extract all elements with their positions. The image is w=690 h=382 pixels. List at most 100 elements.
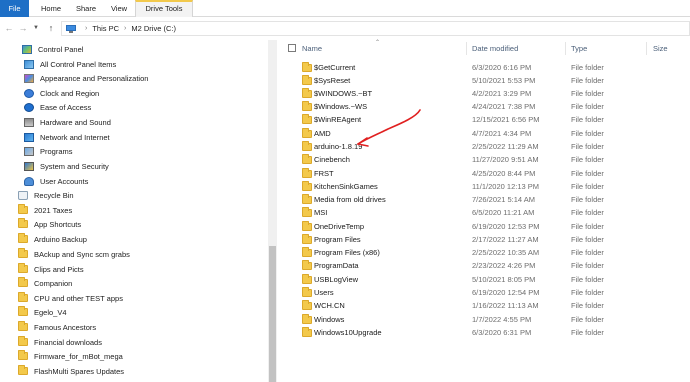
folder-icon bbox=[302, 181, 312, 191]
nav-item-folder[interactable]: 2021 Taxes bbox=[18, 203, 72, 217]
nav-item-label: 2021 Taxes bbox=[34, 205, 73, 215]
nav-item-hardware-sound[interactable]: Hardware and Sound bbox=[24, 115, 111, 129]
nav-item-appearance[interactable]: Appearance and Personalization bbox=[24, 71, 148, 85]
file-name: MSI bbox=[314, 208, 328, 217]
file-name: WCH.CN bbox=[314, 301, 345, 310]
breadcrumb-drive[interactable]: M2 Drive (C:) bbox=[131, 24, 176, 33]
column-header-date-modified[interactable]: Date modified bbox=[472, 44, 518, 53]
hardware-icon bbox=[24, 117, 34, 127]
nav-item-folder[interactable]: Clips and Picts bbox=[18, 262, 84, 276]
recycle-bin-icon bbox=[18, 190, 28, 200]
nav-item-all-control-panel-items[interactable]: All Control Panel Items bbox=[24, 57, 116, 71]
file-name: Users bbox=[314, 288, 334, 297]
file-row[interactable]: $Windows.~WS 4/24/2021 7:38 PM File folder bbox=[278, 100, 690, 113]
file-row[interactable]: WCH.CN 1/16/2022 11:13 AM File folder bbox=[278, 299, 690, 312]
nav-item-programs[interactable]: Programs bbox=[24, 144, 73, 158]
file-date: 11/1/2020 12:13 PM bbox=[472, 182, 539, 191]
nav-item-folder[interactable]: Companion bbox=[18, 276, 72, 290]
forward-arrow-icon[interactable]: → bbox=[17, 21, 29, 35]
column-header-size[interactable]: Size bbox=[653, 44, 668, 53]
column-divider[interactable] bbox=[466, 42, 467, 55]
nav-item-label: BAckup and Sync scm grabs bbox=[34, 249, 130, 259]
nav-item-system-security[interactable]: System and Security bbox=[24, 159, 109, 173]
file-row[interactable]: $WINDOWS.~BT 4/2/2021 3:29 PM File folder bbox=[278, 87, 690, 100]
nav-item-folder[interactable]: Firmware_for_mBot_mega bbox=[18, 349, 123, 363]
nav-item-label: Firmware_for_mBot_mega bbox=[34, 351, 123, 361]
column-divider[interactable] bbox=[646, 42, 647, 55]
tab-file[interactable]: File bbox=[0, 0, 29, 17]
nav-item-label: Recycle Bin bbox=[34, 190, 74, 200]
file-row[interactable]: KitchenSinkGames 11/1/2020 12:13 PM File f… bbox=[278, 180, 690, 193]
file-row[interactable]: FRST 4/25/2020 8:44 PM File folder bbox=[278, 167, 690, 180]
file-row[interactable]: Program Files 2/17/2022 11:27 AM File fold… bbox=[278, 233, 690, 246]
column-header-type[interactable]: Type bbox=[571, 44, 587, 53]
folder-icon bbox=[18, 218, 28, 228]
file-date: 4/2/2021 3:29 PM bbox=[472, 89, 532, 98]
nav-item-label: System and Security bbox=[40, 161, 109, 171]
file-row[interactable]: Windows 1/7/2022 4:55 PM File folder bbox=[278, 313, 690, 326]
tab-home[interactable]: Home bbox=[36, 0, 66, 17]
folder-icon bbox=[18, 321, 28, 331]
file-row[interactable]: arduino-1.8.19 2/25/2022 11:29 AM File fol… bbox=[278, 140, 690, 153]
folder-icon bbox=[302, 221, 312, 231]
file-name: $GetCurrent bbox=[314, 63, 356, 72]
nav-item-folder[interactable]: Egelo_V4 bbox=[18, 305, 67, 319]
file-name: AMD bbox=[314, 129, 331, 138]
file-row[interactable]: $WinREAgent 12/15/2021 6:56 PM File folder bbox=[278, 113, 690, 126]
back-arrow-icon[interactable]: ← bbox=[3, 21, 15, 35]
file-type: File folder bbox=[571, 275, 604, 284]
breadcrumb-this-pc[interactable]: This PC bbox=[92, 24, 119, 33]
file-row[interactable]: Windows10Upgrade 6/3/2020 6:31 PM File fol… bbox=[278, 326, 690, 339]
file-row[interactable]: Program Files (x86) 2/25/2022 10:35 AM Fil… bbox=[278, 246, 690, 259]
file-row[interactable]: AMD 4/7/2021 4:34 PM File folder bbox=[278, 127, 690, 140]
nav-item-folder[interactable]: Arduino Backup bbox=[18, 232, 87, 246]
up-arrow-icon[interactable]: ↑ bbox=[45, 21, 57, 35]
column-divider[interactable] bbox=[565, 42, 566, 55]
tab-share[interactable]: Share bbox=[70, 0, 102, 17]
file-date: 4/7/2021 4:34 PM bbox=[472, 129, 532, 138]
file-row[interactable]: $GetCurrent 6/3/2020 6:16 PM File folder bbox=[278, 61, 690, 74]
nav-item-folder[interactable]: App Shortcuts bbox=[18, 217, 81, 231]
tab-drive-tools[interactable]: Drive Tools bbox=[135, 0, 193, 17]
file-type: File folder bbox=[571, 248, 604, 257]
nav-item-folder[interactable]: Financial downloads bbox=[18, 335, 102, 349]
file-row[interactable]: $SysReset 5/10/2021 5:53 PM File folder bbox=[278, 74, 690, 87]
file-row[interactable]: ProgramData 2/23/2022 4:26 PM File folder bbox=[278, 259, 690, 272]
nav-item-folder[interactable]: CPU and other TEST apps bbox=[18, 291, 123, 305]
nav-item-user-accounts[interactable]: User Accounts bbox=[24, 174, 88, 188]
file-row[interactable]: Media from old drives 7/26/2021 5:14 AM Fi… bbox=[278, 193, 690, 206]
nav-item-label: App Shortcuts bbox=[34, 219, 82, 229]
tab-view[interactable]: View bbox=[106, 0, 132, 17]
nav-item-folder[interactable]: Famous Ancestors bbox=[18, 320, 96, 334]
nav-item-folder[interactable]: FlashMulti Spares Updates bbox=[18, 364, 124, 378]
nav-item-control-panel[interactable]: Control Panel bbox=[22, 42, 83, 56]
nav-item-ease-of-access[interactable]: Ease of Access bbox=[24, 100, 91, 114]
folder-icon bbox=[302, 101, 312, 111]
file-date: 12/15/2021 6:56 PM bbox=[472, 115, 540, 124]
nav-item-network-internet[interactable]: Network and Internet bbox=[24, 130, 110, 144]
this-pc-icon bbox=[66, 24, 76, 33]
recent-locations-chevron-icon[interactable]: ▼ bbox=[31, 21, 41, 35]
file-row[interactable]: USBLogView 5/10/2021 8:05 PM File folder bbox=[278, 273, 690, 286]
file-row[interactable]: Cinebench 11/27/2020 9:51 AM File folder bbox=[278, 153, 690, 166]
file-row[interactable]: Users 6/19/2020 12:54 PM File folder bbox=[278, 286, 690, 299]
appearance-icon bbox=[24, 73, 34, 83]
navigation-pane-scrollbar-thumb[interactable] bbox=[269, 246, 276, 382]
folder-icon bbox=[302, 274, 312, 284]
file-row[interactable]: MSI 6/5/2020 11:21 AM File folder bbox=[278, 206, 690, 219]
column-header-name[interactable]: Name bbox=[302, 44, 322, 53]
file-type: File folder bbox=[571, 129, 604, 138]
nav-item-folder[interactable]: BAckup and Sync scm grabs bbox=[18, 247, 130, 261]
file-row[interactable]: OneDriveTemp 6/19/2020 12:53 PM File folde… bbox=[278, 220, 690, 233]
nav-item-label: Control Panel bbox=[38, 44, 84, 54]
nav-item-label: Companion bbox=[34, 278, 73, 288]
file-name: Program Files (x86) bbox=[314, 248, 380, 257]
address-bar[interactable]: › This PC › M2 Drive (C:) bbox=[61, 21, 690, 36]
file-name: USBLogView bbox=[314, 275, 359, 284]
select-all-checkbox[interactable] bbox=[288, 44, 296, 52]
folder-icon bbox=[18, 292, 28, 302]
nav-item-recycle-bin[interactable]: Recycle Bin bbox=[18, 188, 74, 202]
nav-item-clock-region[interactable]: Clock and Region bbox=[24, 86, 99, 100]
file-date: 5/10/2021 8:05 PM bbox=[472, 275, 536, 284]
file-type: File folder bbox=[571, 102, 604, 111]
